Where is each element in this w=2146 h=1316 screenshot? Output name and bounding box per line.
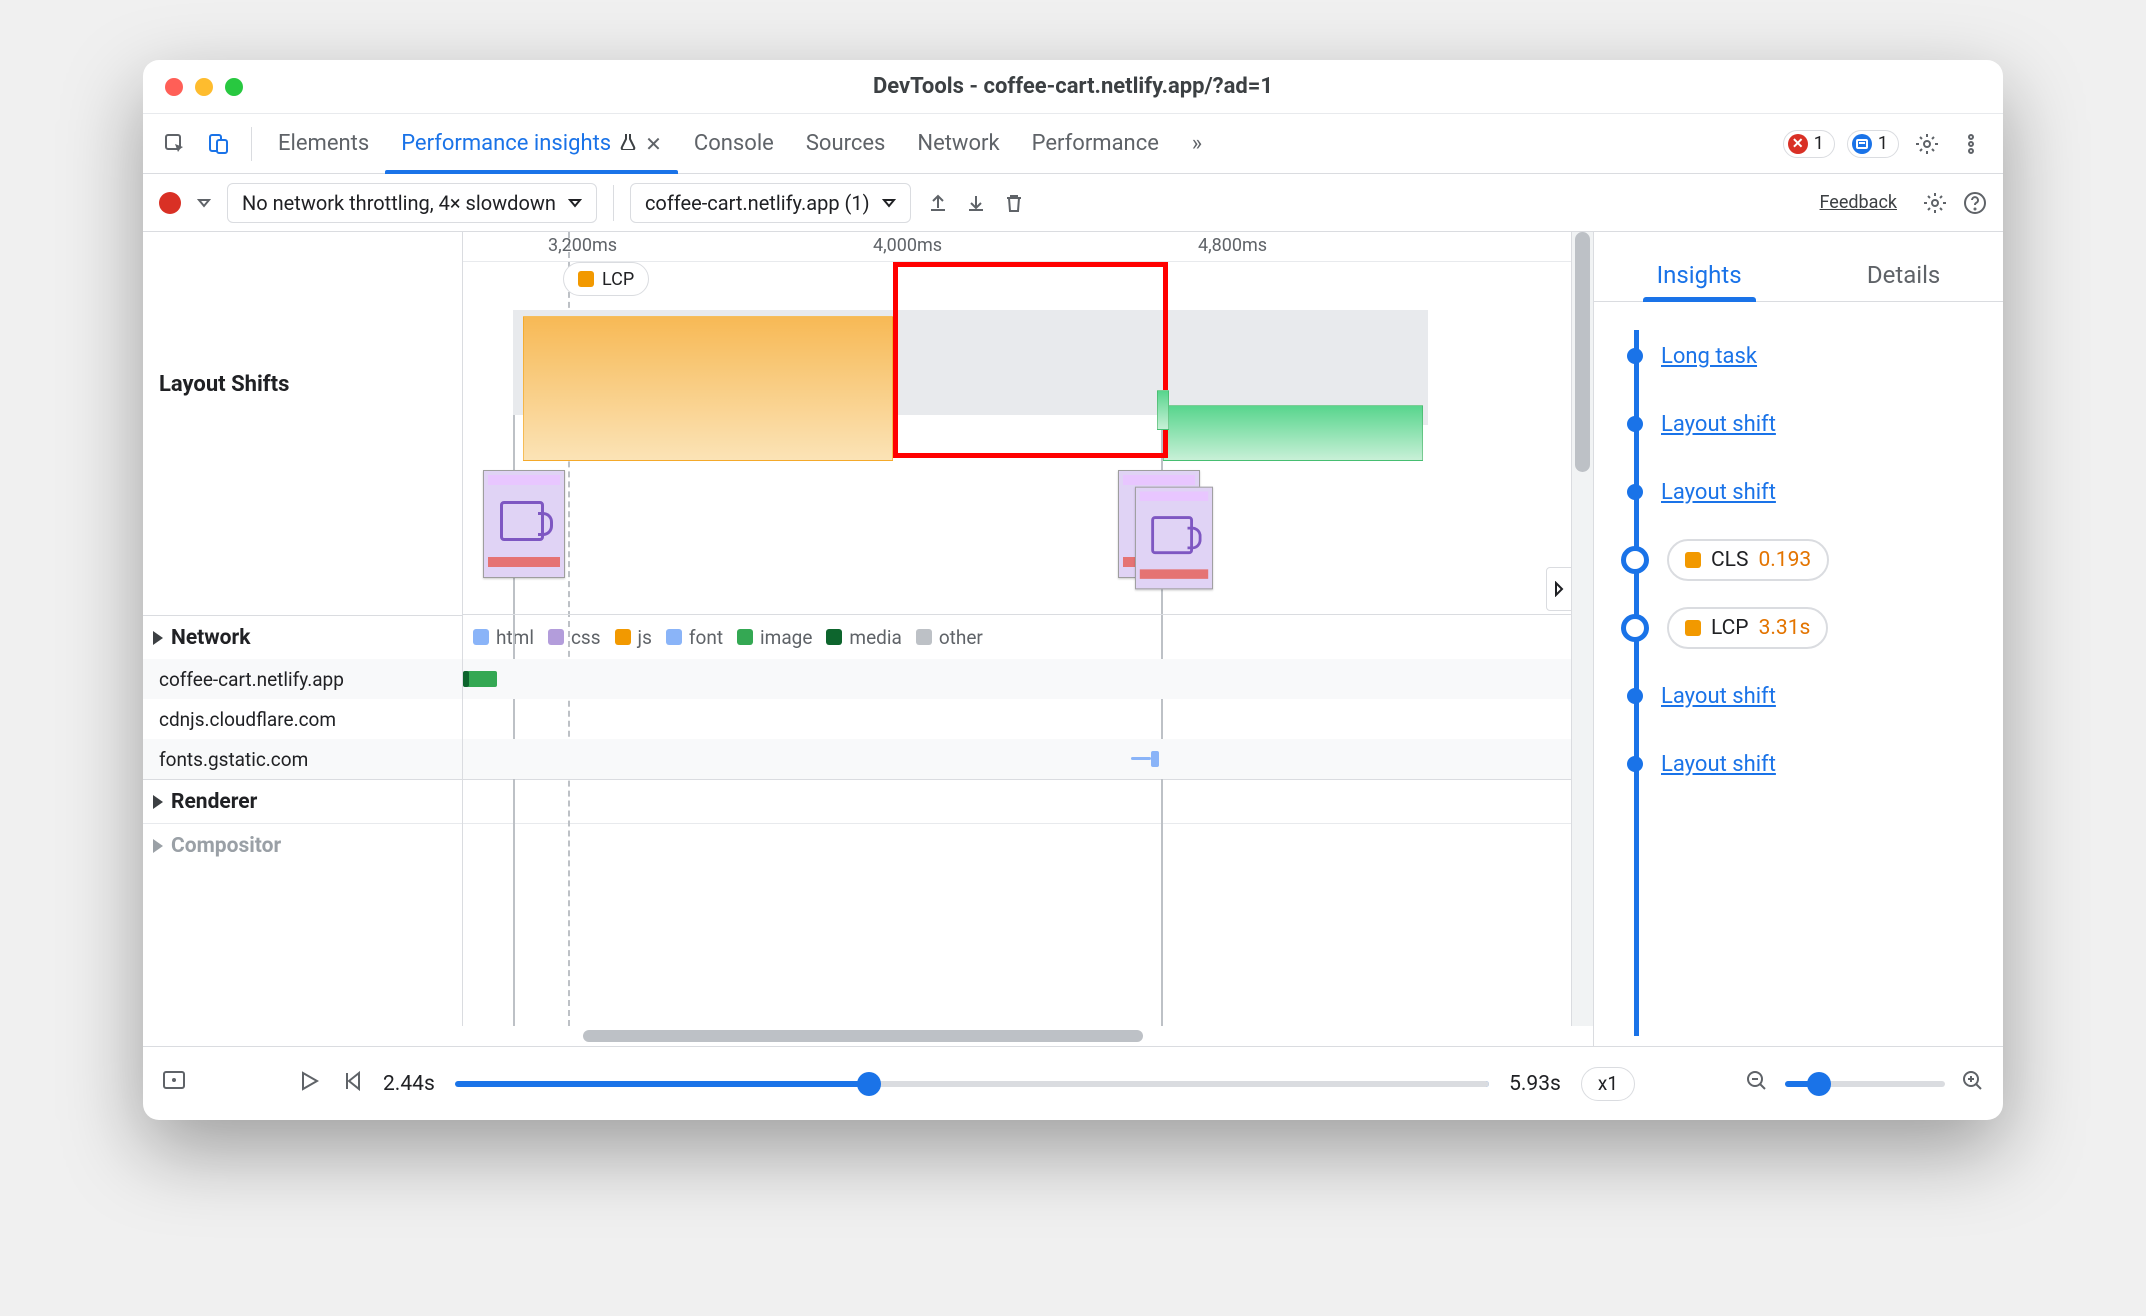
more-tabs-icon[interactable]: » [1179,126,1215,162]
skip-to-start-button[interactable] [341,1069,363,1098]
vertical-scrollbar[interactable] [1571,232,1593,1026]
import-icon[interactable] [965,192,987,214]
insight-lcp[interactable]: LCP 3.31s [1612,594,1983,662]
issues-badge[interactable]: 1 [1847,130,1899,158]
network-host-row[interactable]: fonts.gstatic.com [143,739,462,779]
insights-tabs: Insights Details [1594,232,2003,302]
record-button[interactable] [159,192,181,214]
screenshot-thumb[interactable] [1135,487,1213,590]
recording-value: coffee-cart.netlify.app (1) [645,191,870,215]
window-title: DevTools - coffee-cart.netlify.app/?ad=1 [143,74,2003,99]
time-range-slider[interactable]: 2.44s 5.93s [383,1072,1561,1096]
zoom-slider[interactable] [1785,1081,1945,1087]
expand-icon [153,631,163,645]
throttling-select[interactable]: No network throttling, 4× slowdown [227,183,597,223]
insight-item[interactable]: Long task [1612,322,1983,390]
network-host-row[interactable]: coffee-cart.netlify.app [143,659,462,699]
time-start-label: 2.44s [383,1072,435,1096]
panel-tabstrip: Elements Performance insights ✕ Console … [143,114,2003,174]
time-end-label: 5.93s [1509,1072,1561,1096]
window-titlebar: DevTools - coffee-cart.netlify.app/?ad=1 [143,60,2003,114]
zoom-in-icon[interactable] [1961,1069,1985,1098]
network-row-canvas[interactable] [463,739,1571,779]
insight-item[interactable]: Layout shift [1612,458,1983,526]
export-icon[interactable] [927,192,949,214]
insight-item[interactable]: Layout shift [1612,662,1983,730]
insights-list[interactable]: Long task Layout shift Layout shift CLS … [1594,302,2003,1046]
tab-performance[interactable]: Performance [1016,114,1175,174]
insight-item[interactable]: Layout shift [1612,730,1983,798]
insight-cls[interactable]: CLS 0.193 [1612,526,1983,594]
minimize-window-button[interactable] [195,78,213,96]
track-labels-column: Network coffee-cart.netlify.app cdnjs.cl… [143,232,463,1026]
network-host-row[interactable]: cdnjs.cloudflare.com [143,699,462,739]
device-toolbar-icon[interactable] [201,126,237,162]
tab-sources[interactable]: Sources [790,114,902,174]
error-icon: ✕ [1788,134,1808,154]
horizontal-scrollbar[interactable] [143,1026,1593,1046]
inspect-element-icon[interactable] [157,126,193,162]
kebab-menu-icon[interactable] [1953,126,1989,162]
screenshots-toggle-icon[interactable] [161,1068,187,1099]
network-legend: html css js font image media other [463,615,1571,659]
network-row-canvas[interactable] [463,699,1571,739]
error-badge[interactable]: ✕ 1 [1783,130,1835,158]
issues-count: 1 [1878,133,1888,154]
help-icon[interactable] [1963,191,1987,215]
play-button[interactable] [297,1069,321,1098]
expand-icon [153,839,163,853]
renderer-section-header[interactable]: Renderer [143,779,462,823]
throttling-value: No network throttling, 4× slowdown [242,191,556,215]
zoom-out-icon[interactable] [1745,1069,1769,1098]
network-section-header[interactable]: Network [143,615,462,659]
delete-icon[interactable] [1003,192,1025,214]
compositor-section-header[interactable]: Compositor [143,823,462,867]
screenshot-thumb[interactable] [483,470,565,578]
tab-performance-insights[interactable]: Performance insights ✕ [385,114,678,174]
playback-footer: 2.44s 5.93s x1 [143,1046,2003,1120]
layout-shifts-lane[interactable] [463,310,1571,615]
flask-icon [619,131,637,156]
insights-toolbar: No network throttling, 4× slowdown coffe… [143,174,2003,232]
tab-console[interactable]: Console [678,114,790,174]
issues-icon [1852,134,1872,154]
error-count: 1 [1814,133,1824,154]
highlight-region [893,262,1168,458]
layout-shifts-label: Layout Shifts [143,372,463,397]
sidebar-toggle-button[interactable] [1546,567,1571,611]
tab-details[interactable]: Details [1859,261,1948,301]
expand-icon [153,795,163,809]
lcp-marker-pill[interactable]: LCP [563,262,649,296]
time-ruler: 3,200ms 4,000ms 4,800ms [463,232,1571,262]
close-window-button[interactable] [165,78,183,96]
maximize-window-button[interactable] [225,78,243,96]
recording-select[interactable]: coffee-cart.netlify.app (1) [630,183,911,223]
settings-icon[interactable] [1909,126,1945,162]
close-tab-icon[interactable]: ✕ [645,132,662,156]
timeline-rail [1634,330,1639,1036]
panel-settings-icon[interactable] [1923,191,1947,215]
tab-elements[interactable]: Elements [262,114,385,174]
network-row-canvas[interactable] [463,659,1571,699]
timeline-canvas[interactable]: 3,200ms 4,000ms 4,800ms LCP [463,232,1571,1026]
record-menu-chevron-icon[interactable] [197,196,211,210]
playback-speed[interactable]: x1 [1581,1067,1635,1101]
tab-network[interactable]: Network [901,114,1015,174]
feedback-link[interactable]: Feedback [1820,192,1897,213]
tab-insights[interactable]: Insights [1649,261,1750,301]
insight-item[interactable]: Layout shift [1612,390,1983,458]
